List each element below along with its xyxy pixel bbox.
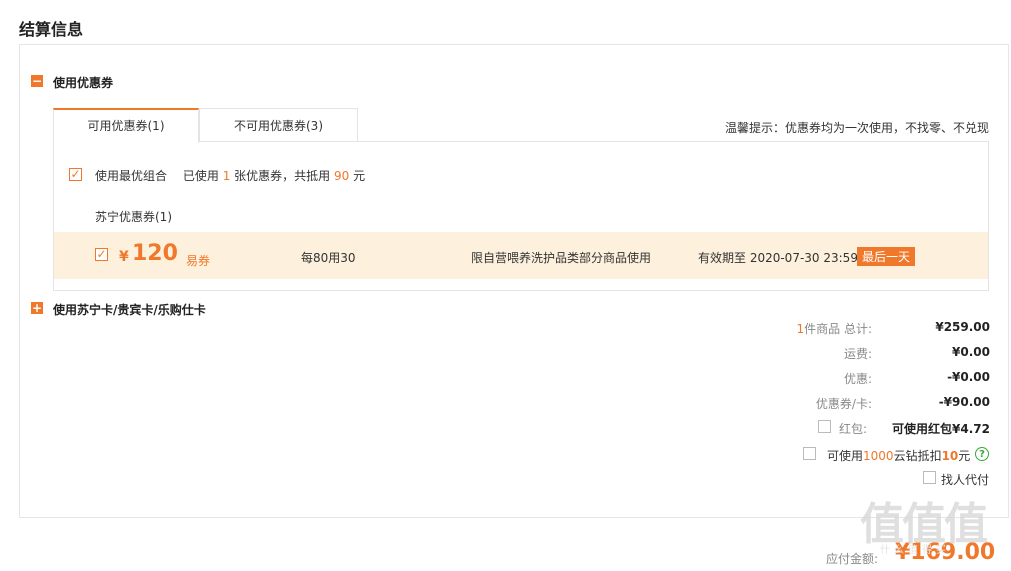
tab-unavailable-coupons[interactable]: 不可用优惠券(3) — [199, 108, 358, 142]
items-count: 1 — [796, 322, 805, 336]
redpacket-label: 红包: — [839, 422, 868, 436]
diamond-checkbox[interactable] — [803, 447, 816, 460]
proxy-pay-checkbox[interactable] — [923, 471, 936, 484]
best-combo-checkbox[interactable]: ✓ — [69, 168, 82, 181]
coupon-section-label[interactable]: 使用优惠券 — [53, 74, 113, 91]
redpacket-value: 可使用红包¥4.72 — [892, 422, 990, 436]
shipping-value: ¥0.00 — [952, 345, 990, 359]
items-total-value: ¥259.00 — [935, 320, 990, 334]
used-suffix: 元 — [353, 169, 366, 183]
coupon-checkbox[interactable]: ✓ — [95, 248, 108, 261]
last-day-badge: 最后一天 — [857, 247, 916, 266]
diamond-count: 1000 — [863, 449, 894, 463]
used-prefix: 已使用 — [182, 169, 219, 183]
coupon-type-label: 易券 — [186, 254, 211, 268]
coupon-card-value: -¥90.00 — [938, 395, 990, 409]
coupon-group-title: 苏宁优惠券(1) — [95, 210, 172, 224]
diamond-mid: 云钻抵扣 — [893, 449, 942, 463]
coupon-currency: ¥ — [119, 249, 129, 265]
discount-value: -¥0.00 — [947, 370, 990, 384]
used-count: 1 — [222, 169, 231, 183]
page-title: 结算信息 — [19, 20, 84, 39]
diamond-amount: 10 — [941, 449, 959, 463]
coupon-amount: 120 — [132, 241, 178, 266]
diamond-suffix: 元 — [958, 449, 971, 463]
card-section-label[interactable]: 使用苏宁卡/贵宾卡/乐购仕卡 — [53, 301, 206, 318]
diamond-prefix: 可使用 — [827, 449, 864, 463]
used-mid: 张优惠券，共抵用 — [234, 169, 331, 183]
payable-label: 应付金额: — [826, 552, 879, 566]
coupon-hint: 温馨提示：优惠券均为一次使用，不找零、不兑现 — [724, 121, 989, 135]
coupon-validity: 有效期至 2020-07-30 23:59 — [698, 251, 858, 265]
discount-label: 优惠: — [843, 372, 872, 386]
proxy-pay-label[interactable]: 找人代付 — [941, 471, 989, 488]
redpacket-checkbox[interactable] — [818, 420, 831, 433]
help-icon[interactable]: ? — [975, 447, 989, 461]
shipping-label: 运费: — [843, 347, 872, 361]
coupon-card-label: 优惠券/卡: — [815, 397, 872, 411]
expand-icon[interactable]: + — [31, 302, 43, 314]
best-combo-label: 使用最优组合 — [95, 169, 168, 183]
coupon-condition: 每80用30 — [301, 251, 356, 265]
used-amount: 90 — [334, 169, 350, 183]
tab-available-coupons[interactable]: 可用优惠券(1) — [53, 108, 199, 143]
watermark-subtitle: 什么值得买 — [880, 545, 950, 556]
items-total-label: 件商品 总计: — [804, 322, 872, 336]
best-combo-row: 使用最优组合 已使用 1 张优惠券，共抵用 90 元 — [95, 167, 365, 184]
diamond-row: 可使用1000云钻抵扣10元 — [827, 447, 970, 464]
collapse-icon[interactable]: − — [31, 75, 43, 87]
coupon-scope: 限自营喂养洗护品类部分商品使用 — [471, 251, 652, 265]
items-total-label-wrap: 1件商品 总计: — [797, 320, 873, 337]
